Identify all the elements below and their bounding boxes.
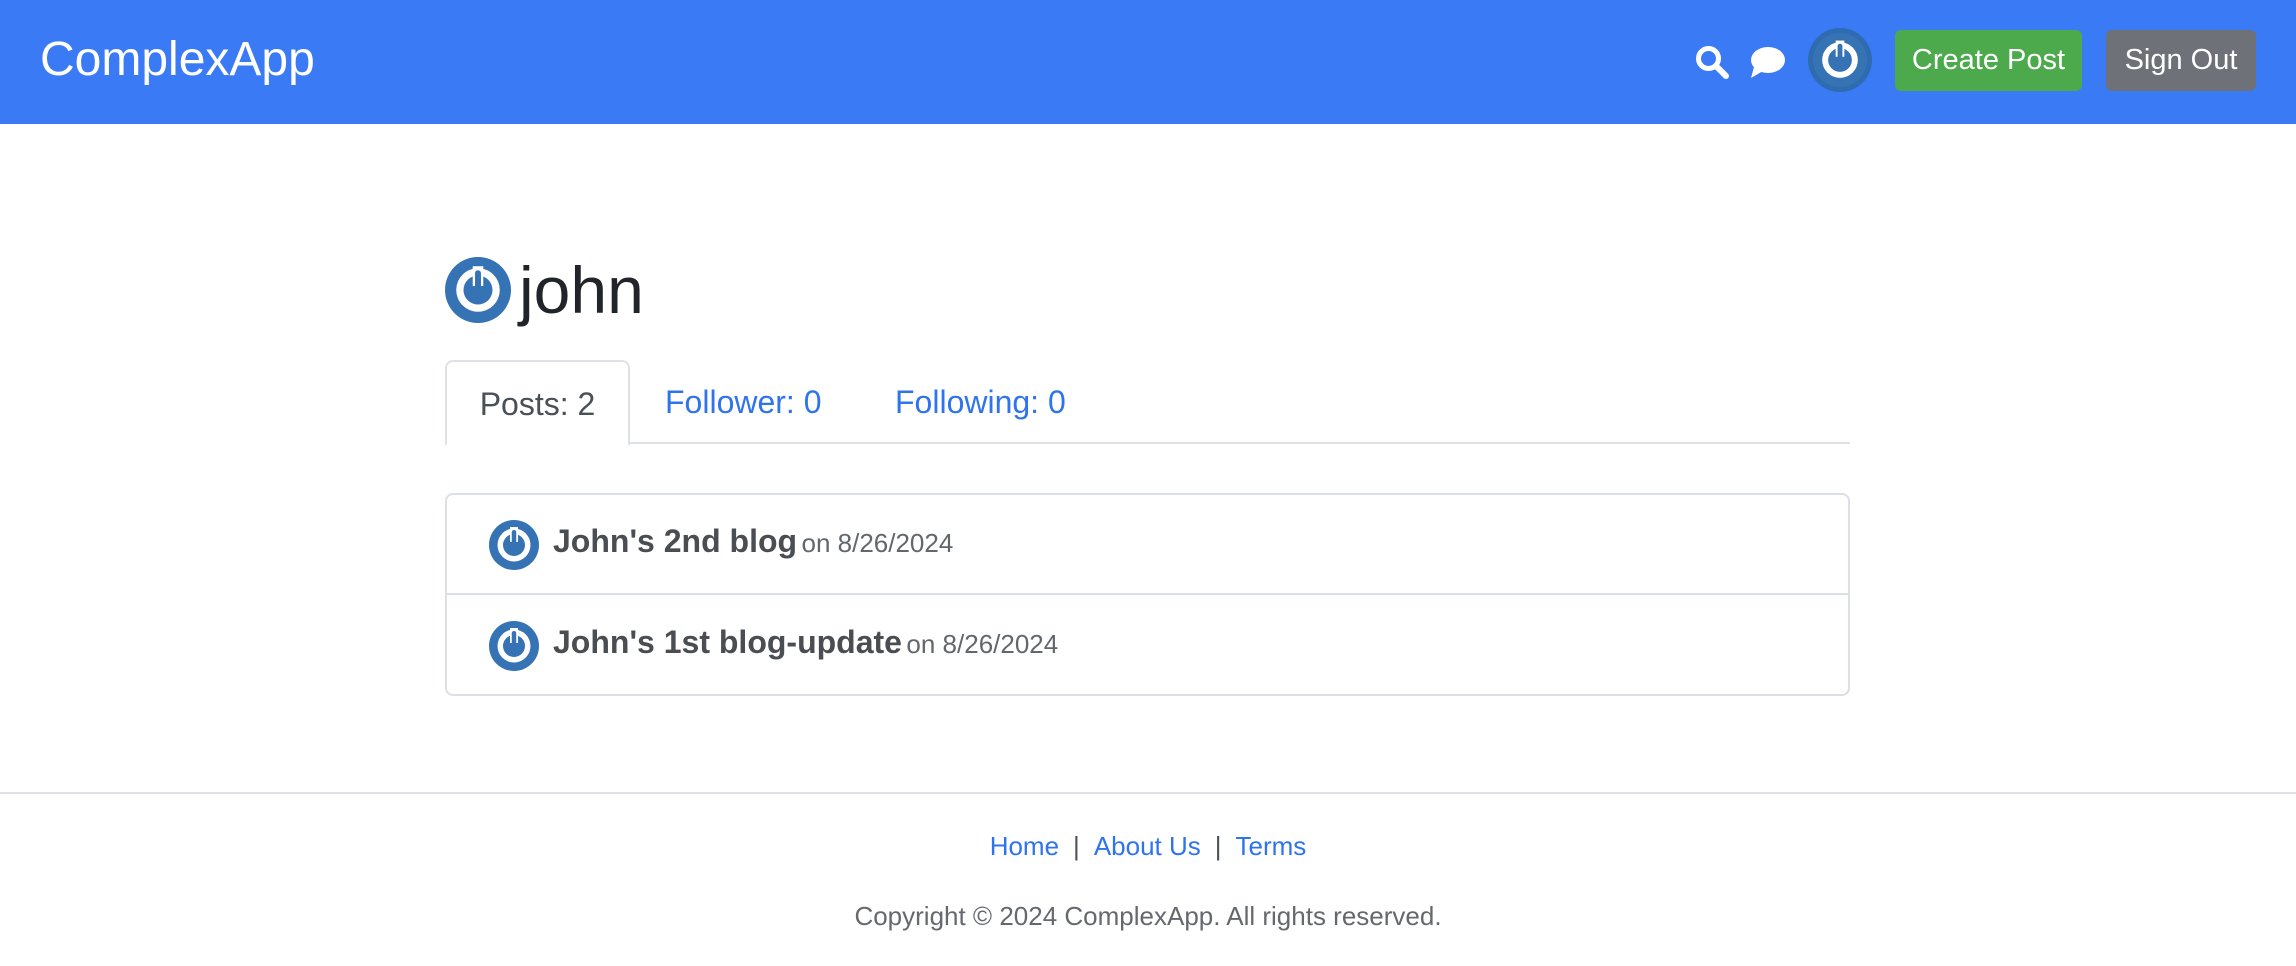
avatar[interactable] xyxy=(1808,28,1872,92)
top-navbar: ComplexApp Create Post Sign Out xyxy=(0,0,2296,124)
profile-tabs: Posts: 2 Follower: 0 Following: 0 xyxy=(445,360,1850,446)
profile-username: john xyxy=(519,253,644,327)
tab-followers[interactable]: Follower: 0 xyxy=(665,360,822,444)
footer-separator: | xyxy=(1214,831,1222,861)
post-title-link[interactable]: John's 1st blog-update xyxy=(553,624,902,660)
post-list-item[interactable]: John's 2nd blog on 8/26/2024 xyxy=(447,495,1848,595)
post-list: John's 2nd blog on 8/26/2024 John's 1st … xyxy=(445,493,1850,696)
footer-link-about[interactable]: About Us xyxy=(1094,831,1201,861)
footer-link-terms[interactable]: Terms xyxy=(1236,831,1307,861)
create-post-button[interactable]: Create Post xyxy=(1895,30,2082,91)
post-date: on 8/26/2024 xyxy=(906,629,1059,659)
footer-separator: | xyxy=(1073,831,1080,861)
post-list-item[interactable]: John's 1st blog-update on 8/26/2024 xyxy=(447,596,1848,696)
search-icon[interactable] xyxy=(1694,44,1730,80)
post-title-link[interactable]: John's 2nd blog xyxy=(553,523,797,559)
tab-following[interactable]: Following: 0 xyxy=(895,360,1066,444)
post-author-avatar xyxy=(489,621,539,671)
sign-out-button[interactable]: Sign Out xyxy=(2106,30,2256,91)
profile-avatar xyxy=(445,257,511,323)
copyright-text: Copyright © 2024 ComplexApp. All rights … xyxy=(854,901,1442,931)
chat-icon[interactable] xyxy=(1748,45,1786,79)
post-author-avatar xyxy=(489,520,539,570)
footer-links: Home | About Us | Terms xyxy=(0,828,2296,864)
tab-posts[interactable]: Posts: 2 xyxy=(445,360,630,446)
post-date: on 8/26/2024 xyxy=(801,528,954,558)
footer-link-home[interactable]: Home xyxy=(990,831,1059,861)
brand-logo-link[interactable]: ComplexApp xyxy=(40,30,315,90)
footer-divider xyxy=(0,792,2296,794)
